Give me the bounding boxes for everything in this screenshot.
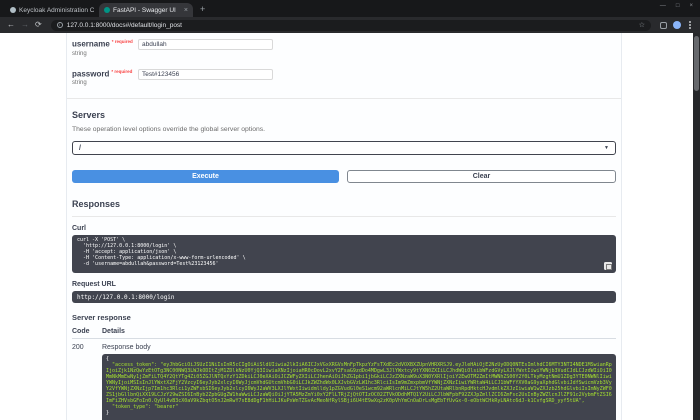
responses-table-header: Code Details bbox=[72, 324, 616, 340]
code-header: Code bbox=[72, 328, 90, 336]
curl-command: curl -X 'POST' \ 'http://127.0.0.1:8000/… bbox=[77, 237, 246, 267]
status-code: 200 bbox=[72, 344, 84, 352]
operation-body: username* required string password* requ… bbox=[66, 33, 622, 420]
fastapi-favicon-icon bbox=[104, 7, 110, 13]
chevron-down-icon: ▼ bbox=[604, 145, 609, 152]
maximize-button[interactable]: □ bbox=[676, 3, 680, 9]
execute-button[interactable]: Execute bbox=[72, 170, 339, 184]
tab-close-icon[interactable]: × bbox=[184, 7, 188, 14]
param-row-password: password * required string bbox=[72, 68, 616, 87]
username-field[interactable] bbox=[138, 39, 273, 50]
access-token-line: "access_token": "eyJhbGciOiJSUzI1NiIsInR… bbox=[106, 362, 612, 405]
curl-label: Curl bbox=[72, 225, 86, 233]
servers-heading: Servers bbox=[72, 110, 106, 121]
browser-toolbar: ← → ⟳ i 127.0.0.1:8000/docs#/default/log… bbox=[0, 17, 700, 33]
request-url-block: http://127.0.0.1:8000/login bbox=[72, 291, 616, 304]
required-badge: * required bbox=[111, 39, 133, 44]
param-name-text: password bbox=[72, 69, 110, 79]
param-meta: username * required string bbox=[72, 39, 138, 57]
servers-description: These operation level options override t… bbox=[72, 126, 266, 134]
param-type: string bbox=[72, 80, 87, 87]
browser-chrome: Keycloak Administration Cons FastAPI - S… bbox=[0, 0, 700, 33]
swagger-page: username* required string password* requ… bbox=[0, 33, 700, 420]
response-body-label: Response body bbox=[102, 344, 151, 352]
address-bar[interactable]: i 127.0.0.1:8000/docs#/default/login_pos… bbox=[50, 19, 651, 31]
param-row-username: username * required string bbox=[72, 39, 616, 57]
window-close-button[interactable]: × bbox=[689, 3, 693, 9]
bookmark-star-icon[interactable]: ☆ bbox=[639, 21, 645, 29]
tab-keycloak[interactable]: Keycloak Administration Cons bbox=[5, 3, 99, 17]
server-response-label: Server response bbox=[72, 313, 131, 323]
param-type: string bbox=[72, 50, 87, 57]
password-field[interactable] bbox=[138, 68, 273, 80]
copy-icon[interactable] bbox=[604, 262, 612, 271]
request-url-label: Request URL bbox=[72, 281, 116, 289]
site-info-icon[interactable]: i bbox=[56, 22, 63, 28]
scrollbar-thumb[interactable] bbox=[694, 36, 699, 91]
refresh-icon[interactable]: ⟳ bbox=[35, 21, 42, 29]
section-divider bbox=[67, 98, 621, 100]
forward-icon[interactable]: → bbox=[21, 21, 29, 29]
page-scrollbar[interactable] bbox=[693, 33, 700, 420]
url-text: 127.0.0.1:8000/docs#/default/login_post bbox=[66, 21, 182, 29]
json-close-brace: } bbox=[106, 410, 110, 417]
param-name: password * required bbox=[72, 69, 138, 79]
servers-selected-value: / bbox=[79, 144, 81, 152]
keycloak-favicon-icon bbox=[10, 7, 16, 13]
tab-fastapi-swagger[interactable]: FastAPI - Swagger UI × bbox=[99, 3, 193, 17]
response-row: 200 Response body { "access_token": "eyJ… bbox=[72, 339, 616, 420]
responses-table: Code Details 200 Response body { "access… bbox=[72, 324, 616, 420]
tab-title: Keycloak Administration Cons bbox=[19, 6, 94, 14]
window-controls: — □ × bbox=[660, 3, 693, 9]
clear-button[interactable]: Clear bbox=[347, 170, 616, 184]
param-meta: password * required string bbox=[72, 69, 138, 87]
tab-title: FastAPI - Swagger UI bbox=[113, 6, 176, 14]
request-url-text: http://127.0.0.1:8000/login bbox=[77, 293, 175, 301]
execute-row: Execute Clear bbox=[72, 170, 616, 184]
browser-menu-icon[interactable] bbox=[689, 24, 691, 26]
details-header: Details bbox=[102, 328, 125, 336]
curl-code-block: curl -X 'POST' \ 'http://127.0.0.1:8000/… bbox=[72, 235, 616, 274]
extensions-icon[interactable] bbox=[660, 21, 667, 29]
minimize-button[interactable]: — bbox=[660, 3, 666, 9]
response-body-block: { "access_token": "eyJhbGciOiJSUzI1NiIsI… bbox=[102, 354, 616, 420]
profile-avatar[interactable] bbox=[673, 21, 681, 29]
servers-dropdown[interactable]: / ▼ bbox=[72, 141, 616, 156]
param-name: username * required bbox=[72, 39, 138, 49]
responses-heading: Responses bbox=[72, 199, 616, 218]
param-name-text: username bbox=[72, 39, 110, 49]
tab-strip: Keycloak Administration Cons FastAPI - S… bbox=[0, 0, 700, 17]
back-icon[interactable]: ← bbox=[7, 21, 15, 29]
screen: Keycloak Administration Cons FastAPI - S… bbox=[0, 0, 700, 420]
response-details: Response body { "access_token": "eyJhbGc… bbox=[102, 344, 616, 420]
required-badge: * required bbox=[111, 68, 133, 74]
new-tab-button[interactable]: + bbox=[200, 5, 205, 14]
